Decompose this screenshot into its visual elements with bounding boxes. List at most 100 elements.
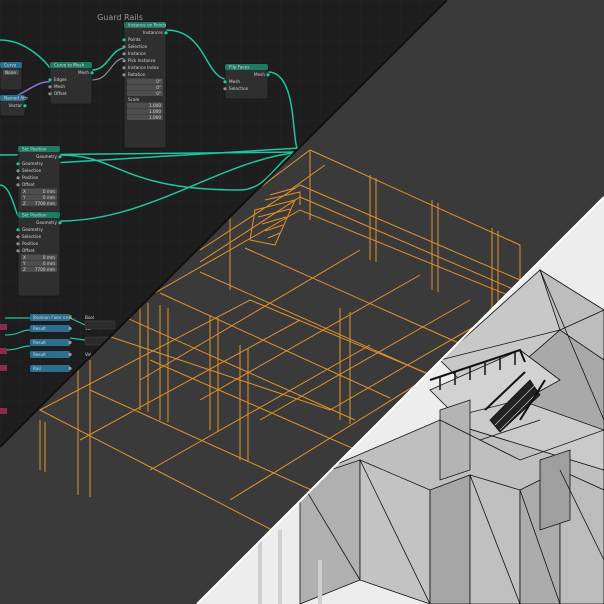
node-vector-2[interactable]	[0, 365, 7, 371]
node-header[interactable]	[0, 365, 7, 371]
composite-canvas: Guard Rails Instance on Points Instances P…	[0, 0, 604, 604]
node-input-label: Edges	[54, 77, 67, 82]
node-input-label: Selection	[22, 168, 42, 173]
axis-label: Y	[22, 195, 26, 200]
socket[interactable]	[68, 326, 72, 331]
socket[interactable]	[68, 315, 72, 320]
node-input-label: Offset	[54, 91, 67, 96]
node-title: Named Attr	[4, 96, 28, 101]
node-input-label: Offset	[22, 182, 35, 187]
node-title: Curve	[4, 63, 17, 68]
node-curve-node[interactable]: Curve None	[0, 61, 23, 91]
node-title: Set Position	[22, 213, 47, 218]
rotation-value: 0°	[156, 91, 161, 96]
node-title: Result	[33, 352, 46, 357]
node-input-label: Mesh	[54, 84, 65, 89]
node-input-label: Instance	[128, 51, 146, 56]
socket[interactable]	[122, 73, 126, 77]
scale-value: 1.000	[149, 109, 161, 114]
socket[interactable]	[122, 45, 126, 49]
node-instance-on-points[interactable]: Instance on Points InstancesPoints Selecti…	[122, 21, 168, 149]
socket[interactable]	[16, 176, 20, 180]
socket[interactable]	[16, 228, 20, 232]
node-input-label: Offset	[22, 248, 35, 253]
offset-value: 0 mm	[43, 195, 55, 200]
node-output-label: Vector	[9, 103, 23, 108]
node-input-label: Position	[22, 241, 39, 246]
offset-value: 0 mm	[43, 189, 55, 194]
socket[interactable]	[90, 71, 94, 75]
socket[interactable]	[266, 73, 270, 77]
node-vector-3[interactable]	[0, 408, 7, 414]
socket[interactable]	[58, 221, 62, 225]
node-input-node[interactable]: Named Attr Vector	[0, 94, 28, 117]
node-input-label: Geometry	[22, 227, 43, 232]
socket[interactable]	[122, 66, 126, 70]
socket[interactable]	[16, 242, 20, 246]
socket[interactable]	[16, 183, 20, 187]
scale-label: Scale	[128, 97, 140, 102]
socket[interactable]	[16, 169, 20, 173]
node-title: Flip Faces	[229, 65, 249, 70]
socket[interactable]	[16, 235, 20, 239]
node-output-label: Geometry	[36, 220, 57, 225]
node-middle-node[interactable]: Curve to Mesh Mesh Edges Mesh Offset	[48, 61, 94, 105]
node-flip-faces[interactable]: Flip Faces Mesh Mesh Selection	[223, 63, 270, 100]
node-input-label: Pick Instance	[128, 58, 156, 63]
node-vector-1[interactable]	[0, 348, 7, 354]
node-title: Result	[33, 340, 46, 345]
node-header[interactable]	[0, 324, 7, 330]
node-title: Result	[33, 326, 46, 331]
rotation-value: 0°	[156, 79, 161, 84]
node-input-label: Mesh	[229, 79, 240, 84]
socket[interactable]	[48, 92, 52, 96]
node-vector-0[interactable]	[0, 324, 7, 330]
node-output-label: Mesh	[254, 72, 265, 77]
axis-label: X	[23, 189, 26, 194]
socket[interactable]	[122, 52, 126, 56]
socket[interactable]	[68, 352, 72, 357]
offset-value: 7700 mm	[35, 267, 55, 272]
node-header[interactable]	[0, 408, 7, 414]
mode-value: None	[5, 70, 16, 75]
node-header[interactable]	[0, 348, 7, 354]
socket[interactable]	[122, 38, 126, 42]
scale-value: 1.000	[149, 115, 161, 120]
node-title: Instance on Points	[128, 23, 166, 28]
node-input-label: Instance Index	[128, 65, 159, 70]
node-compare[interactable]	[84, 320, 116, 330]
socket[interactable]	[122, 59, 126, 63]
socket[interactable]	[58, 155, 62, 159]
socket[interactable]	[48, 85, 52, 89]
node-set-position-2[interactable]: Set Position Geometry Geometry Selection Pos…	[16, 211, 62, 297]
socket[interactable]	[223, 80, 227, 84]
socket[interactable]	[164, 31, 168, 35]
screenshot-composite: Guard Rails Instance on Points Instances P…	[0, 0, 604, 604]
axis-label: Z	[23, 267, 26, 272]
node-body	[49, 61, 93, 105]
socket[interactable]	[68, 340, 72, 345]
socket[interactable]	[68, 366, 72, 371]
node-output-label: Bool	[85, 315, 94, 320]
socket[interactable]	[23, 104, 27, 108]
node-title: Curve to Mesh	[54, 63, 85, 68]
node-input-label: Rotation	[128, 72, 146, 77]
offset-value: 7700 mm	[35, 201, 55, 206]
node-title: Set Position	[22, 147, 47, 152]
axis-label: Z	[23, 201, 26, 206]
socket[interactable]	[16, 162, 20, 166]
axis-label: X	[23, 255, 26, 260]
frame-title: Guard Rails	[97, 13, 143, 22]
socket[interactable]	[223, 87, 227, 91]
node-output-label: Instances	[143, 30, 163, 35]
node-lower-0[interactable]: Boolean Floor on E... Bool	[30, 314, 94, 321]
socket[interactable]	[48, 78, 52, 82]
socket[interactable]	[16, 249, 20, 253]
node-output-label: Geometry	[36, 154, 57, 159]
rotation-value: 0°	[156, 85, 161, 90]
axis-label: Y	[22, 261, 26, 266]
node-input-label: Geometry	[22, 161, 43, 166]
node-output-label: Mesh	[78, 70, 89, 75]
scale-value: 1.000	[149, 103, 161, 108]
offset-value: 0 mm	[43, 261, 55, 266]
